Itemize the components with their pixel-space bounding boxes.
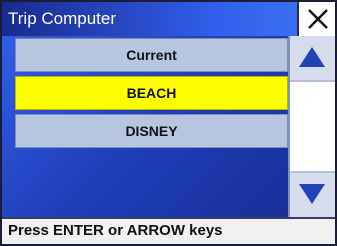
close-icon: [308, 9, 328, 29]
list-item-current[interactable]: Current: [15, 38, 288, 72]
list-item-label: BEACH: [126, 85, 177, 101]
scrollbar[interactable]: [288, 36, 335, 217]
scroll-track[interactable]: [290, 80, 335, 173]
triangle-down-icon: [299, 184, 325, 204]
triangle-up-icon: [299, 47, 325, 67]
scroll-down-button[interactable]: [290, 173, 335, 217]
close-button[interactable]: [297, 2, 335, 36]
list-item-beach[interactable]: BEACH: [15, 76, 288, 110]
title-bar: Trip Computer: [2, 2, 297, 36]
scroll-up-button[interactable]: [290, 36, 335, 80]
status-hint: Press ENTER or ARROW keys: [8, 222, 223, 239]
list-item-label: Current: [126, 47, 177, 63]
trip-list: Current BEACH DISNEY: [2, 36, 288, 217]
trip-computer-window: Trip Computer Current BEACH DISNEY Press…: [0, 0, 337, 246]
window-title: Trip Computer: [8, 9, 117, 28]
list-item-disney[interactable]: DISNEY: [15, 114, 288, 148]
list-item-label: DISNEY: [125, 123, 178, 139]
status-bar: Press ENTER or ARROW keys: [2, 217, 335, 244]
